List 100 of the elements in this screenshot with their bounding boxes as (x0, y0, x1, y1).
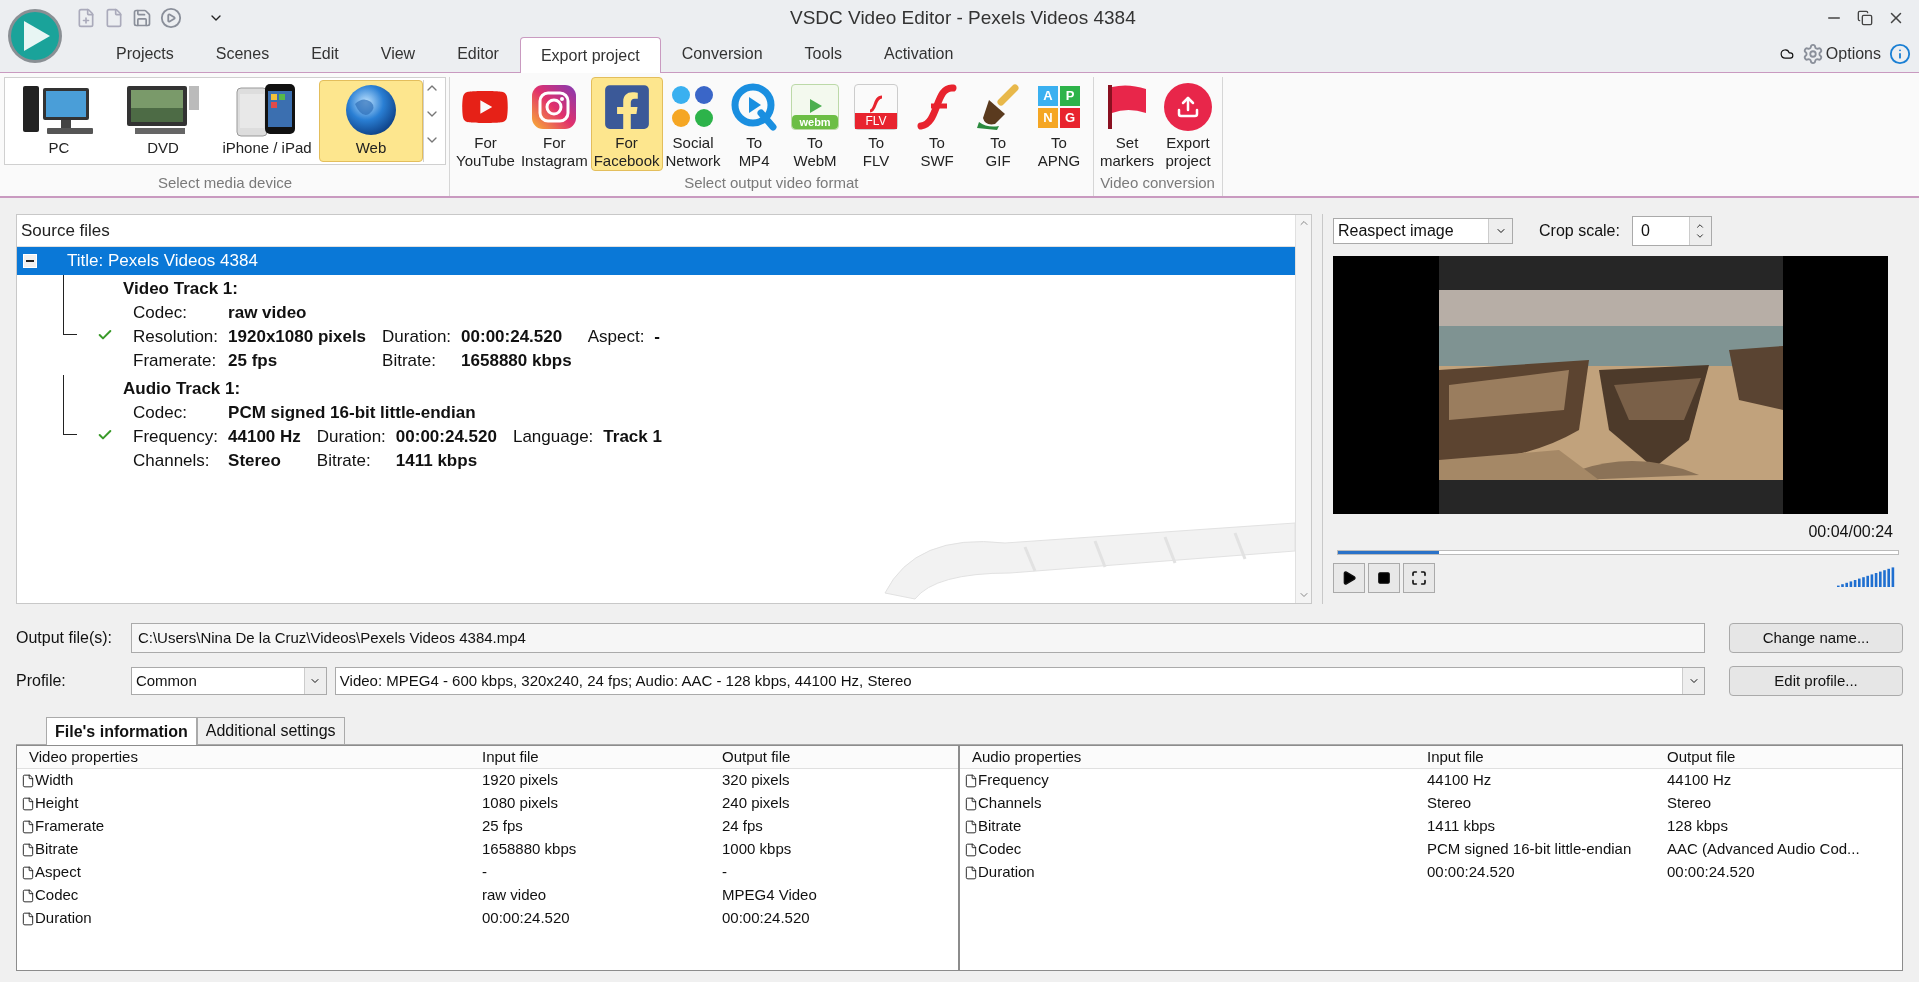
table-cell-text: Codec (978, 839, 1022, 860)
column-header[interactable]: Output file (710, 745, 958, 769)
menu-tab[interactable]: Tools (783, 36, 863, 72)
ribbon-button[interactable]: For Facebook (590, 77, 663, 171)
ribbon-button[interactable]: PC (7, 80, 111, 162)
restore-icon[interactable] (1857, 10, 1873, 26)
settings-icon (1801, 43, 1824, 65)
table-cell-text: 44100 Hz (1666, 770, 1733, 791)
document-icon (964, 865, 978, 880)
group-caption: Select output video format (683, 172, 860, 193)
info-tab[interactable]: File's information (46, 717, 197, 745)
info-tab[interactable]: Additional settings (196, 717, 345, 744)
document-icon (21, 911, 35, 926)
spin-up-icon[interactable] (1695, 221, 1706, 231)
volume-icon[interactable] (1837, 567, 1897, 589)
table-cell-text: Channels (978, 793, 1042, 814)
document-icon (964, 842, 978, 857)
menu-tab[interactable]: Edit (290, 36, 360, 72)
table-cell-text: Duration (978, 862, 1035, 883)
field-value: 44100 Hz (228, 426, 302, 448)
ribbon-button[interactable]: To MP4 (723, 77, 785, 171)
field-value: Stereo (228, 450, 282, 472)
mode-dropdown[interactable]: Reaspect image (1333, 218, 1513, 244)
menu-tab[interactable]: Activation (862, 36, 975, 72)
table-cell-text: 24 fps (721, 816, 764, 837)
info-icon[interactable] (1889, 43, 1911, 65)
menu-tab[interactable]: View (359, 36, 437, 72)
ribbon-button[interactable]: A P N G To APNG (1028, 77, 1090, 171)
field-label: Frequency: (133, 426, 219, 448)
crop-scale-label: Crop scale: (1539, 221, 1620, 241)
document-icon (21, 865, 35, 880)
field-label: Channels: (133, 450, 211, 472)
field-value: 00:00:24.520 (461, 326, 564, 348)
save-icon[interactable] (132, 8, 152, 28)
table-cell-text: 1658880 kbps (481, 839, 578, 860)
field-label: Bitrate: (316, 450, 372, 472)
play-icon[interactable] (160, 7, 182, 29)
fullscreen-icon (1411, 570, 1427, 586)
table-cell-text: Width (35, 770, 74, 791)
column-header[interactable]: Input file (1415, 745, 1655, 769)
ribbon-button[interactable]: To SWF (906, 77, 968, 171)
time-readout: 00:04/00:24 (1808, 522, 1893, 542)
profile-preset-dropdown[interactable]: Common (130, 667, 327, 695)
ribbon-button[interactable]: Export project (1157, 77, 1219, 171)
field-label: Aspect: (587, 326, 645, 348)
menu-tab[interactable]: Projects (95, 36, 195, 72)
menu-tab[interactable]: Export project (519, 37, 661, 73)
webm-icon: webm (791, 84, 840, 130)
tree-row[interactable]: Title: Pexels Videos 4384 (17, 247, 1295, 275)
ribbon-button[interactable]: Set markers (1096, 77, 1158, 171)
column-header[interactable]: Output file (1655, 745, 1902, 769)
table-cell-text: Aspect (35, 862, 81, 883)
ribbon-button[interactable]: For Instagram (517, 77, 591, 171)
paintbrush-icon (975, 84, 1022, 130)
collapse-icon[interactable] (23, 254, 37, 268)
edit-profile-button[interactable]: Edit profile... (1729, 666, 1903, 696)
menu-tab[interactable]: Editor (436, 36, 520, 72)
column-header[interactable]: Video properties (17, 745, 470, 769)
ribbon-button[interactable]: iPhone / iPad (215, 80, 319, 162)
column-header[interactable]: Input file (470, 745, 710, 769)
ribbon-button[interactable]: webm To WebM (784, 77, 846, 171)
table-cell-text: PCM signed 16-bit little-endian (1426, 839, 1633, 860)
table-cell-text: 00:00:24.520 (481, 908, 571, 929)
window-title: VSDC Video Editor - Pexels Videos 4384 (790, 5, 1136, 30)
spin-down-icon[interactable] (1695, 231, 1706, 241)
ribbon-button[interactable]: DVD (111, 80, 215, 162)
field-label: Codec: (133, 302, 188, 324)
options-button[interactable]: Options (1801, 42, 1881, 66)
field-value: Track 1 (603, 426, 663, 448)
ribbon-button[interactable]: FLV To FLV (845, 77, 907, 171)
table-cell-text: 1920 pixels (481, 770, 559, 791)
field-label: Language: (512, 426, 594, 448)
play-button[interactable] (1333, 563, 1365, 593)
progress-track[interactable] (1337, 550, 1899, 555)
profile-description-dropdown[interactable]: Video: MPEG4 - 600 kbps, 320x240, 24 fps; Audio: AAC - 128 kbps, 44100 Hz, Stereo (334, 667, 1706, 695)
output-path-field[interactable]: C:\Users\Nina De la Cruz\Videos\Pexels Videos 4384.mp4 (130, 623, 1706, 653)
ribbon-button[interactable]: Web (319, 80, 423, 162)
table-cell-text: Stereo (1426, 793, 1473, 814)
field-label: Duration: (316, 426, 386, 448)
table-cell-text: 1000 kbps (721, 839, 793, 860)
change-name-button[interactable]: Change name... (1729, 623, 1903, 653)
table-cell-text: 1411 kbps (1426, 816, 1497, 837)
flv-icon: FLV (854, 84, 899, 130)
menu-tab[interactable]: Scenes (194, 36, 291, 72)
menu-tab[interactable]: Conversion (660, 36, 784, 72)
field-value: 1920x1080 pixels (228, 326, 368, 348)
ribbon-button[interactable]: To GIF (967, 77, 1029, 171)
field-label: Bitrate: (382, 350, 437, 372)
cloud-icon[interactable] (1779, 47, 1794, 61)
tree-connector-line (63, 275, 77, 335)
crop-scale-spinner[interactable]: 0 (1631, 216, 1712, 246)
ribbon-button[interactable]: For YouTube (453, 77, 518, 171)
table-cell-text: 320 pixels (721, 770, 791, 791)
stop-button[interactable] (1368, 563, 1400, 593)
panel-header: Source files (21, 219, 110, 242)
field-value: 1411 kbps (395, 450, 479, 472)
ribbon-button[interactable]: Social Network (662, 77, 724, 171)
app-logo[interactable] (6, 7, 64, 65)
column-header[interactable]: Audio properties (960, 745, 1415, 769)
fullscreen-button[interactable] (1403, 563, 1435, 593)
